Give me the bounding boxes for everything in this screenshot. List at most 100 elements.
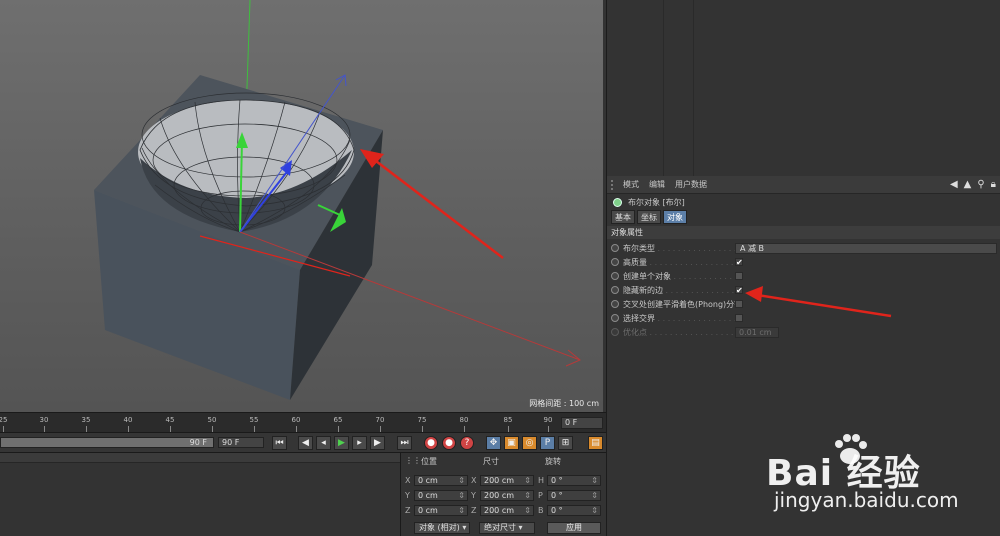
- tick-label: 55: [249, 416, 259, 424]
- scale-key-button[interactable]: ▣: [504, 436, 519, 450]
- tick-label: 40: [123, 416, 133, 424]
- object-title: 布尔对象 [布尔]: [628, 197, 685, 207]
- size-y-field[interactable]: 200 cm: [484, 491, 514, 500]
- coord-row-z: Z 0 cm ⇕ Z 200 cm ⇕ B 0 ° ⇕: [405, 505, 605, 517]
- coord-mode-dropdown[interactable]: 对象 (相对) ▾: [414, 522, 470, 534]
- material-manager[interactable]: [0, 452, 400, 536]
- keyframe-help-button[interactable]: ?: [460, 436, 474, 450]
- menu-mode[interactable]: 模式: [623, 179, 639, 190]
- viewport-3d[interactable]: 网格间距 : 100 cm: [0, 0, 603, 412]
- grip-icon: [611, 179, 619, 190]
- play-button[interactable]: ▶: [334, 436, 349, 450]
- menu-user-data[interactable]: 用户数据: [675, 179, 707, 190]
- auto-key-button[interactable]: ●: [442, 436, 456, 450]
- end-frame-field[interactable]: 90 F: [218, 437, 264, 448]
- next-frame-button[interactable]: ▸: [352, 436, 367, 450]
- prev-key-button[interactable]: ◀: [298, 436, 313, 450]
- goto-end-button[interactable]: ⏭: [397, 436, 412, 450]
- coord-row-y: Y 0 cm ⇕ Y 200 cm ⇕ P 0 ° ⇕: [405, 490, 605, 502]
- prop-hide-new-edges: 隐藏新的边 . . . . . . . . . . . . . . ✔: [607, 283, 1000, 297]
- timeline-ruler[interactable]: 25 30 35 40 45 50 55 60 65 70 75 80 85 9…: [0, 412, 606, 432]
- boole-type-dropdown[interactable]: A 减 B: [735, 242, 997, 254]
- attribute-menubar: 模式 编辑 用户数据 ◀ ▲ ⚲ 🔒︎: [607, 176, 1000, 194]
- tick-label: 30: [39, 416, 49, 424]
- transport-bar: 90 F 90 F ⏮ ◀ ◂ ▶ ▸ ▶ ⏭ ● ● ? ✥ ▣ ◎ P ⊞ …: [0, 432, 606, 452]
- lock-icon[interactable]: 🔒︎: [991, 179, 996, 190]
- tick-label: 90: [543, 416, 553, 424]
- anim-radio-icon[interactable]: [611, 286, 619, 294]
- grip-icon: ⋮⋮: [405, 456, 421, 465]
- boole-object-icon: [613, 197, 622, 207]
- header-rotation: 旋转: [545, 457, 561, 466]
- menu-edit[interactable]: 编辑: [649, 179, 665, 190]
- size-z-field[interactable]: 200 cm: [484, 506, 514, 515]
- rot-p-field[interactable]: 0 °: [551, 491, 563, 500]
- baidu-watermark: Bai 经验 jingyan.baidu.com: [730, 430, 970, 520]
- optimize-field: 0.01 cm: [735, 326, 779, 338]
- tab-basic[interactable]: 基本: [611, 210, 635, 224]
- back-arrow-icon[interactable]: ◀: [950, 179, 958, 190]
- move-key-button[interactable]: ✥: [486, 436, 501, 450]
- prop-optimize: 优化点 . . . . . . . . . . . . . . . . . . …: [607, 325, 1000, 339]
- grid-key-button[interactable]: ⊞: [558, 436, 573, 450]
- header-size: 尺寸: [483, 457, 499, 466]
- anim-radio-icon[interactable]: [611, 300, 619, 308]
- object-manager[interactable]: [606, 0, 1000, 176]
- goto-start-button[interactable]: ⏮: [272, 436, 287, 450]
- scene-canvas: [94, 0, 581, 400]
- current-frame-field[interactable]: 0 F: [561, 417, 603, 429]
- tick-label: 80: [459, 416, 469, 424]
- next-key-button[interactable]: ▶: [370, 436, 385, 450]
- phong-break-checkbox[interactable]: [735, 300, 743, 308]
- header-position: 位置: [421, 457, 437, 466]
- object-header: 布尔对象 [布尔]: [607, 194, 1000, 210]
- coordinates-manager: ⋮⋮ 位置 尺寸 旋转 X 0 cm ⇕ X 200 cm ⇕ H 0 ° ⇕ Y 0…: [400, 452, 606, 536]
- rot-b-field[interactable]: 0 °: [551, 506, 563, 515]
- grid-spacing-readout: 网格间距 : 100 cm: [529, 399, 599, 408]
- search-icon[interactable]: ⚲: [977, 179, 984, 190]
- hide-new-edges-checkbox[interactable]: ✔: [735, 286, 743, 295]
- prev-frame-button[interactable]: ◂: [316, 436, 331, 450]
- apply-button[interactable]: 应用: [547, 522, 601, 534]
- prop-create-single-object: 创建单个对象 . . . . . . . . . . . . .: [607, 269, 1000, 283]
- select-intersection-checkbox[interactable]: [735, 314, 743, 322]
- film-icon[interactable]: ▤: [588, 436, 603, 450]
- tick-label: 45: [165, 416, 175, 424]
- pos-x-field[interactable]: 0 cm: [418, 476, 438, 485]
- tab-coordinates[interactable]: 坐标: [637, 210, 661, 224]
- tick-label: 50: [207, 416, 217, 424]
- prop-boole-type: 布尔类型 . . . . . . . . . . . . . . . . A 减…: [607, 241, 1000, 255]
- anim-radio-icon: [611, 328, 619, 336]
- watermark-url: jingyan.baidu.com: [774, 488, 959, 512]
- size-mode-dropdown[interactable]: 绝对尺寸 ▾: [479, 522, 535, 534]
- anim-radio-icon[interactable]: [611, 272, 619, 280]
- param-key-button[interactable]: P: [540, 436, 555, 450]
- size-x-field[interactable]: 200 cm: [484, 476, 514, 485]
- tick-label: 35: [81, 416, 91, 424]
- attribute-tabs: 基本 坐标 对象: [607, 210, 1000, 224]
- tick-label: 60: [291, 416, 301, 424]
- prop-select-intersection: 选择交界 . . . . . . . . . . . . . . . .: [607, 311, 1000, 325]
- annotation-arrow-bowl: [371, 157, 504, 259]
- tick-label: 65: [333, 416, 343, 424]
- pos-y-field[interactable]: 0 cm: [418, 491, 438, 500]
- rot-h-field[interactable]: 0 °: [551, 476, 563, 485]
- range-end-label: 90 F: [189, 438, 207, 447]
- tick-label: 70: [375, 416, 385, 424]
- rotate-key-button[interactable]: ◎: [522, 436, 537, 450]
- prop-phong-break: 交叉处创建平滑着色(Phong)分割: [607, 297, 1000, 311]
- coord-row-x: X 0 cm ⇕ X 200 cm ⇕ H 0 ° ⇕: [405, 475, 605, 487]
- tick-label: 75: [417, 416, 427, 424]
- frame-range-slider[interactable]: 90 F: [0, 437, 214, 448]
- tick-label: 25: [0, 416, 8, 424]
- pos-z-field[interactable]: 0 cm: [418, 506, 438, 515]
- high-quality-checkbox[interactable]: ✔: [735, 258, 743, 267]
- anim-radio-icon[interactable]: [611, 244, 619, 252]
- record-button[interactable]: ●: [424, 436, 438, 450]
- up-arrow-icon[interactable]: ▲: [964, 179, 972, 190]
- create-single-object-checkbox[interactable]: [735, 272, 743, 280]
- tab-object[interactable]: 对象: [663, 210, 687, 224]
- anim-radio-icon[interactable]: [611, 314, 619, 322]
- anim-radio-icon[interactable]: [611, 258, 619, 266]
- section-title: 对象属性: [607, 226, 1000, 239]
